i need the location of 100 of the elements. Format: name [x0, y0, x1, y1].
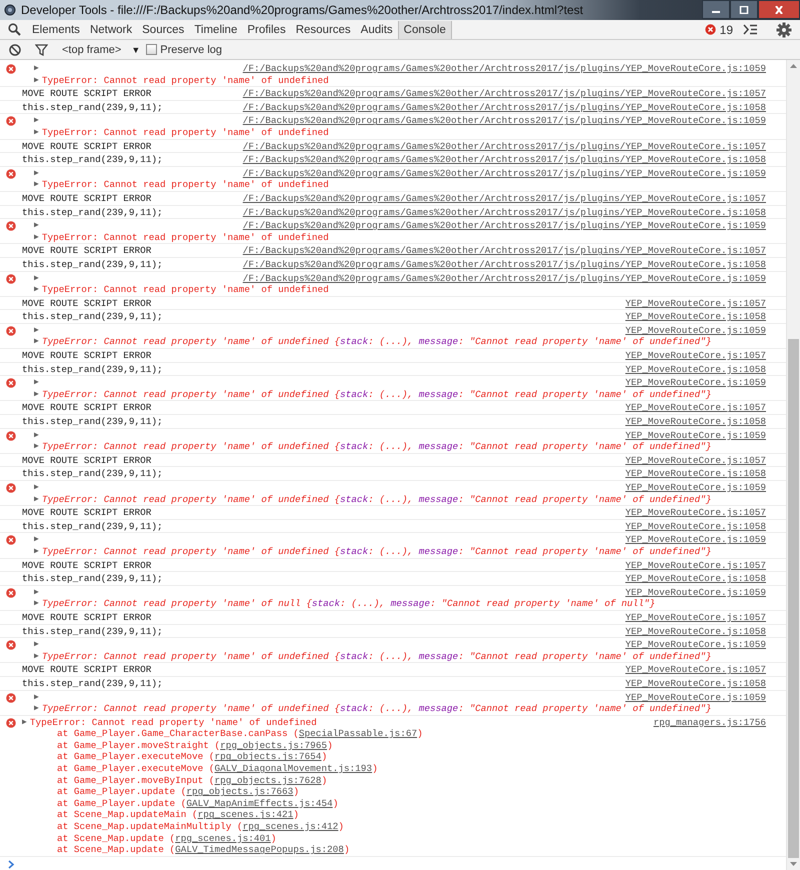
maximize-button[interactable]	[730, 0, 758, 19]
source-link[interactable]: YEP_MoveRouteCore.js:1057	[625, 402, 766, 414]
source-link[interactable]: /F:/Backups%20and%20programs/Games%20other/Archtross2017/js/plugins/YEP_MoveRouteCore.js:1057	[242, 245, 766, 257]
preserve-log-label[interactable]: Preserve log	[160, 44, 222, 56]
source-link[interactable]: YEP_MoveRouteCore.js:1058	[625, 311, 766, 323]
filter-icon[interactable]	[35, 44, 48, 56]
source-link[interactable]: /F:/Backups%20and%20programs/Games%20other/Archtross2017/js/plugins/YEP_MoveRouteCore.js:1057	[242, 88, 766, 100]
expand-toggle[interactable]: ▶	[34, 650, 39, 662]
expand-toggle[interactable]: ▶	[34, 232, 39, 244]
minimize-button[interactable]	[702, 0, 730, 19]
source-link[interactable]: YEP_MoveRouteCore.js:1058	[625, 520, 766, 532]
expand-toggle[interactable]: ▶	[34, 388, 39, 400]
source-link[interactable]: YEP_MoveRouteCore.js:1059	[625, 692, 766, 704]
expand-toggle[interactable]: ▶	[34, 168, 39, 180]
source-link[interactable]: YEP_MoveRouteCore.js:1057	[625, 454, 766, 466]
source-link[interactable]: YEP_MoveRouteCore.js:1057	[625, 507, 766, 519]
source-link[interactable]: YEP_MoveRouteCore.js:1057	[625, 298, 766, 310]
panel-tab[interactable]: Network	[84, 20, 138, 38]
source-link[interactable]: YEP_MoveRouteCore.js:1059	[625, 586, 766, 598]
source-link[interactable]: rpg_objects.js:7628	[214, 774, 322, 786]
source-link[interactable]: YEP_MoveRouteCore.js:1057	[625, 350, 766, 362]
source-link[interactable]: YEP_MoveRouteCore.js:1059	[625, 639, 766, 651]
panel-tab[interactable]: Audits	[356, 20, 398, 38]
source-link[interactable]: /F:/Backups%20and%20programs/Games%20other/Archtross2017/js/plugins/YEP_MoveRouteCore.js:1059	[242, 168, 766, 180]
expand-toggle[interactable]: ▶	[34, 220, 39, 232]
expand-toggle[interactable]: ▶	[34, 179, 39, 191]
source-link[interactable]: /F:/Backups%20and%20programs/Games%20other/Archtross2017/js/plugins/YEP_MoveRouteCore.js:1058	[242, 154, 766, 166]
expand-toggle[interactable]: ▶	[34, 126, 39, 139]
expand-toggle[interactable]: ▶	[34, 336, 39, 348]
expand-toggle[interactable]: ▶	[34, 441, 39, 453]
source-link[interactable]: YEP_MoveRouteCore.js:1058	[625, 364, 766, 376]
source-link[interactable]: YEP_MoveRouteCore.js:1059	[625, 430, 766, 442]
search-icon[interactable]	[8, 23, 21, 36]
source-link[interactable]: /F:/Backups%20and%20programs/Games%20other/Archtross2017/js/plugins/YEP_MoveRouteCore.js:1059	[242, 272, 766, 284]
expand-toggle[interactable]: ▶	[34, 430, 39, 442]
expand-toggle[interactable]: ▶	[34, 534, 39, 546]
source-link[interactable]: /F:/Backups%20and%20programs/Games%20other/Archtross2017/js/plugins/YEP_MoveRouteCore.js:1058	[242, 206, 766, 218]
panel-tab[interactable]: Elements	[27, 20, 85, 38]
expand-toggle[interactable]: ▶	[34, 284, 39, 296]
scrollbar[interactable]	[786, 60, 800, 870]
source-link[interactable]: rpg_scenes.js:401	[175, 832, 271, 844]
source-link[interactable]: rpg_objects.js:7965	[220, 740, 328, 751]
panel-tab[interactable]: Console	[398, 20, 452, 38]
expand-toggle[interactable]: ▶	[34, 546, 39, 558]
source-link[interactable]: YEP_MoveRouteCore.js:1058	[625, 468, 766, 480]
source-link[interactable]: rpg_scenes.js:412	[242, 821, 338, 832]
expand-toggle[interactable]: ▶	[34, 63, 39, 75]
source-link[interactable]: /F:/Backups%20and%20programs/Games%20other/Archtross2017/js/plugins/YEP_MoveRouteCore.js:1059	[242, 115, 766, 127]
expand-toggle[interactable]: ▶	[34, 692, 39, 704]
expand-toggle[interactable]: ▶	[22, 716, 27, 728]
expand-toggle[interactable]: ▶	[34, 598, 39, 610]
source-link[interactable]: GALV_MapAnimEffects.js:454	[186, 798, 333, 809]
source-link[interactable]: GALV_DiagonalMovement.js:193	[214, 763, 372, 774]
expand-toggle[interactable]: ▶	[34, 74, 39, 86]
expand-toggle[interactable]: ▶	[34, 586, 39, 598]
log-text: MOVE ROUTE SCRIPT ERROR	[22, 454, 152, 466]
source-link[interactable]: /F:/Backups%20and%20programs/Games%20other/Archtross2017/js/plugins/YEP_MoveRouteCore.js:1057	[242, 140, 766, 152]
source-link[interactable]: /F:/Backups%20and%20programs/Games%20other/Archtross2017/js/plugins/YEP_MoveRouteCore.js:1059	[242, 63, 766, 75]
source-link[interactable]: rpg_objects.js:7654	[214, 751, 322, 762]
source-link[interactable]: YEP_MoveRouteCore.js:1058	[625, 626, 766, 638]
scrollbar-thumb[interactable]	[788, 339, 799, 858]
expand-toggle[interactable]: ▶	[34, 703, 39, 715]
source-link[interactable]: YEP_MoveRouteCore.js:1059	[625, 324, 766, 336]
source-link[interactable]: YEP_MoveRouteCore.js:1058	[625, 573, 766, 585]
source-link[interactable]: SpecialPassable.js:67	[298, 728, 418, 740]
expand-toggle[interactable]: ▶	[34, 482, 39, 494]
source-link[interactable]: YEP_MoveRouteCore.js:1057	[625, 664, 766, 676]
context-selector[interactable]: <top frame>	[62, 44, 122, 56]
source-link[interactable]: /F:/Backups%20and%20programs/Games%20other/Archtross2017/js/plugins/YEP_MoveRouteCore.js:1058	[242, 102, 766, 114]
source-link[interactable]: /F:/Backups%20and%20programs/Games%20other/Archtross2017/js/plugins/YEP_MoveRouteCore.js:1057	[242, 192, 766, 205]
source-link[interactable]: YEP_MoveRouteCore.js:1057	[625, 560, 766, 572]
source-link[interactable]: YEP_MoveRouteCore.js:1057	[625, 612, 766, 624]
expand-toggle[interactable]: ▶	[34, 324, 39, 336]
drawer-icon[interactable]	[743, 24, 758, 35]
source-link[interactable]: YEP_MoveRouteCore.js:1059	[625, 482, 766, 494]
source-link[interactable]: YEP_MoveRouteCore.js:1059	[625, 377, 766, 389]
error-count[interactable]: 19	[720, 22, 733, 36]
expand-toggle[interactable]: ▶	[34, 377, 39, 389]
panel-tab[interactable]: Profiles	[242, 20, 291, 38]
settings-icon[interactable]	[776, 22, 792, 38]
source-link[interactable]: YEP_MoveRouteCore.js:1058	[625, 678, 766, 690]
panel-tab[interactable]: Timeline	[189, 20, 242, 38]
expand-toggle[interactable]: ▶	[34, 115, 39, 127]
expand-toggle[interactable]: ▶	[34, 272, 39, 284]
source-link[interactable]: rpg_objects.js:7663	[186, 786, 294, 798]
source-link[interactable]: rpg_scenes.js:421	[198, 809, 294, 820]
caret-icon[interactable]: ▼	[131, 44, 140, 54]
source-link[interactable]: /F:/Backups%20and%20programs/Games%20other/Archtross2017/js/plugins/YEP_MoveRouteCore.js:1059	[242, 220, 766, 232]
panel-tab[interactable]: Sources	[137, 20, 190, 38]
source-link[interactable]: rpg_managers.js:1756	[653, 716, 766, 728]
expand-toggle[interactable]: ▶	[34, 494, 39, 506]
source-link[interactable]: YEP_MoveRouteCore.js:1058	[625, 416, 766, 428]
source-link[interactable]: GALV_TimedMessagePopups.js:208	[175, 844, 344, 856]
panel-tab[interactable]: Resources	[290, 20, 356, 38]
source-link[interactable]: /F:/Backups%20and%20programs/Games%20other/Archtross2017/js/plugins/YEP_MoveRouteCore.js:1058	[242, 258, 766, 270]
preserve-log-checkbox[interactable]	[146, 44, 158, 55]
expand-toggle[interactable]: ▶	[34, 639, 39, 651]
close-button[interactable]	[758, 0, 800, 19]
source-link[interactable]: YEP_MoveRouteCore.js:1059	[625, 534, 766, 546]
clear-icon[interactable]	[9, 44, 21, 56]
